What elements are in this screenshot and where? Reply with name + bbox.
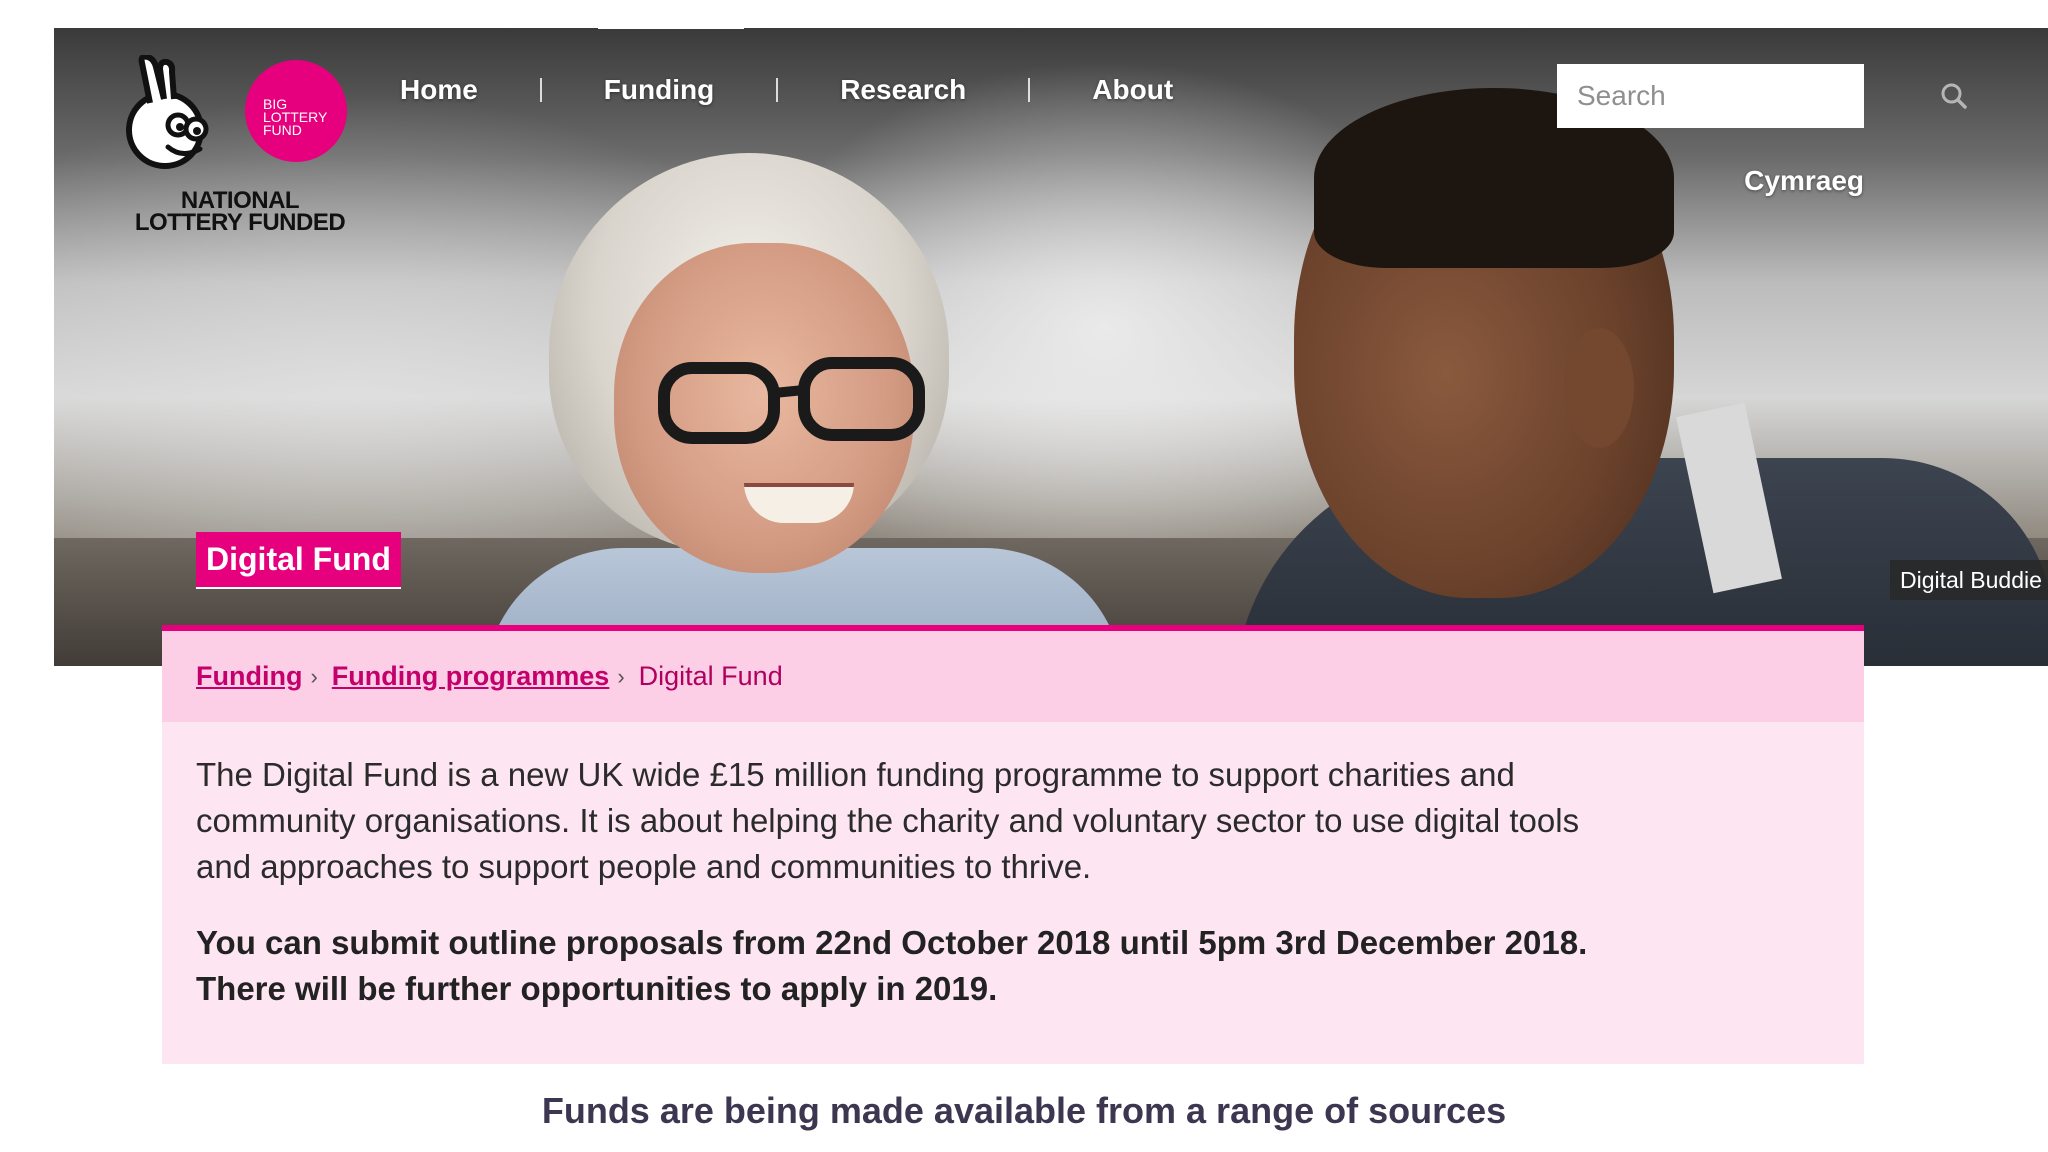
intro-paragraph: The Digital Fund is a new UK wide £15 mi… [196,756,1580,885]
language-toggle-cymraeg[interactable]: Cymraeg [1700,165,1864,197]
national-lottery-funded-text: NATIONAL LOTTERY FUNDED [120,189,360,236]
hero-woman-glasses [658,357,925,444]
breadcrumb-chevron-icon: › [310,663,318,689]
main-nav: Home Funding Research About [400,70,1173,110]
search-icon [1941,83,1967,109]
intro-panel: The Digital Fund is a new UK wide £15 mi… [162,722,1864,1064]
search-button[interactable] [1940,66,1968,126]
search-box [1557,64,1967,128]
nav-divider [1028,78,1031,102]
breadcrumb-chevron-icon: › [617,663,625,689]
nav-active-indicator [598,25,744,29]
breadcrumb-current: Digital Fund [638,661,783,691]
nav-item-research[interactable]: Research [840,74,966,106]
national-lottery-funded-line-2: LOTTERY FUNDED [134,209,346,236]
search-input[interactable] [1557,65,1940,127]
programme-title-badge: Digital Fund [196,532,401,589]
breadcrumb: Funding › Funding programmes › Digital F… [162,631,1864,722]
nav-divider [776,78,779,102]
nav-item-home[interactable]: Home [400,74,478,106]
hero-man-ear [1564,328,1634,448]
big-lottery-fund-line-3: FUND [263,122,302,138]
deadline-paragraph: You can submit outline proposals from 22… [196,924,1588,1007]
breadcrumb-funding[interactable]: Funding [196,661,302,692]
crossed-fingers-icon [126,55,209,169]
national-lottery-logo[interactable]: BIG LOTTERY FUND NATIONAL LOTTERY FUNDED [120,55,360,245]
breadcrumb-funding-programmes[interactable]: Funding programmes [332,661,610,692]
video-caption: Funds are being made available from a ra… [541,1090,1507,1131]
nav-item-funding[interactable]: Funding [604,74,714,106]
nav-item-about[interactable]: About [1092,74,1173,106]
photo-caption: Digital Buddie [1890,560,2048,600]
nav-divider [539,78,542,102]
big-lottery-fund-badge: BIG LOTTERY FUND [245,60,347,162]
